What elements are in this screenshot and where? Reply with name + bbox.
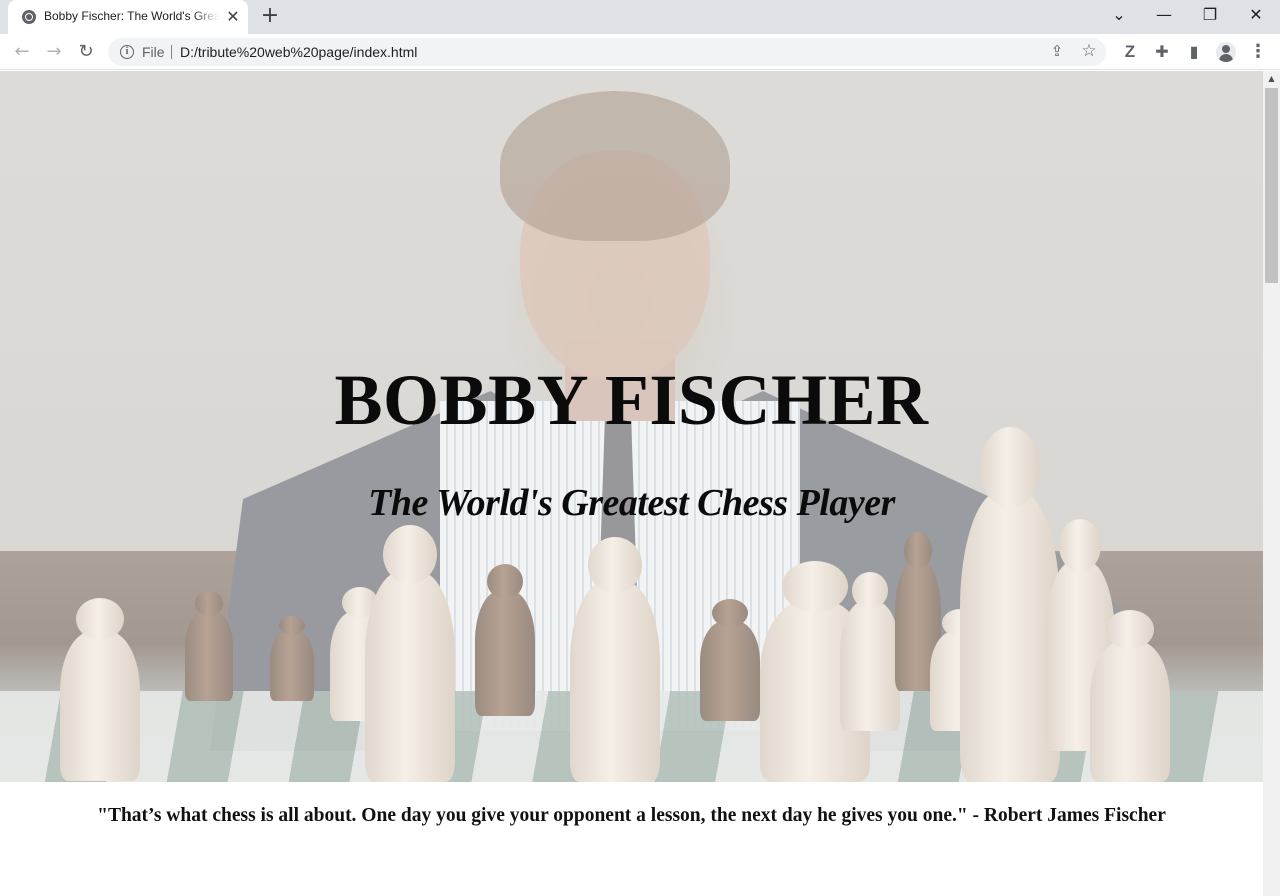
- extension-z-icon[interactable]: Z: [1116, 38, 1144, 66]
- hero-title: BOBBY FISCHER: [334, 360, 929, 440]
- page-viewport: BOBBY FISCHER The World's Greatest Chess…: [0, 71, 1263, 896]
- hero-subtitle: The World's Greatest Chess Player: [368, 482, 895, 524]
- restore-button[interactable]: ❐: [1187, 0, 1233, 30]
- address-bar[interactable]: i File D:/tribute%20web%20page/index.htm…: [108, 38, 1106, 66]
- share-icon[interactable]: ⇪: [1046, 42, 1068, 62]
- side-panel-icon[interactable]: ▮: [1180, 38, 1208, 66]
- hero-banner: BOBBY FISCHER The World's Greatest Chess…: [0, 71, 1263, 782]
- window-close-button[interactable]: ✕: [1233, 0, 1279, 30]
- tab-close-icon[interactable]: ✕: [224, 8, 242, 26]
- browser-toolbar: ← → ↻ i File D:/tribute%20web%20page/ind…: [0, 34, 1280, 70]
- tab-title: Bobby Fischer: The World's Greatest Ches…: [44, 9, 219, 23]
- extensions-puzzle-icon[interactable]: ✚: [1148, 38, 1176, 66]
- reload-button[interactable]: ↻: [72, 38, 100, 66]
- scheme-label: File: [142, 44, 165, 60]
- avatar-icon: [1216, 42, 1236, 62]
- tab-search-button[interactable]: ⌄: [1096, 0, 1142, 30]
- forward-button[interactable]: →: [40, 38, 68, 66]
- back-button[interactable]: ←: [8, 38, 36, 66]
- address-separator: [171, 45, 172, 59]
- browser-menu-icon[interactable]: ⋮: [1244, 38, 1272, 66]
- profile-button[interactable]: [1212, 38, 1240, 66]
- site-info-icon[interactable]: i: [120, 45, 134, 59]
- browser-tab-active[interactable]: Bobby Fischer: The World's Greatest Ches…: [8, 0, 248, 34]
- new-tab-button[interactable]: +: [256, 4, 284, 30]
- vertical-scrollbar[interactable]: ▲: [1263, 71, 1280, 896]
- scroll-thumb[interactable]: [1265, 88, 1278, 283]
- globe-icon: [22, 10, 36, 24]
- fischer-quote: "That’s what chess is all about. One day…: [97, 805, 1166, 826]
- url-text[interactable]: D:/tribute%20web%20page/index.html: [180, 44, 417, 60]
- scroll-up-arrow-icon[interactable]: ▲: [1263, 71, 1280, 87]
- minimize-button[interactable]: —: [1141, 0, 1187, 30]
- bookmark-star-icon[interactable]: ☆: [1078, 41, 1100, 63]
- tab-strip: Bobby Fischer: The World's Greatest Ches…: [0, 0, 1280, 34]
